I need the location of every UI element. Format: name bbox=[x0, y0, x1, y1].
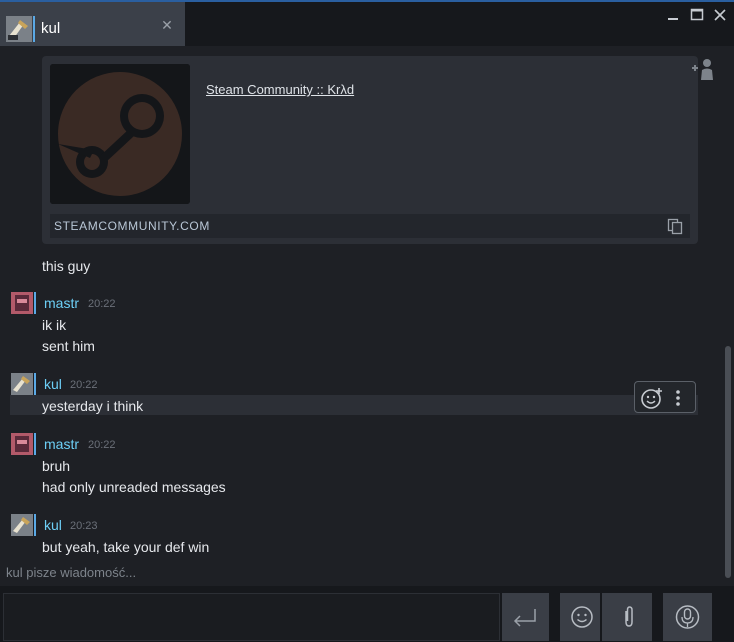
steam-logo-icon bbox=[50, 64, 190, 204]
add-friend-icon[interactable] bbox=[690, 58, 718, 82]
tab-status-line bbox=[33, 16, 35, 42]
chat-scrollbar[interactable] bbox=[725, 346, 731, 578]
status-line bbox=[34, 514, 36, 536]
message-text: this guy bbox=[42, 258, 91, 274]
message-input[interactable] bbox=[3, 593, 500, 641]
enter-icon bbox=[513, 609, 536, 627]
attach-icon[interactable] bbox=[617, 605, 641, 629]
author-name[interactable]: mastr bbox=[44, 295, 79, 311]
message-text: sent him bbox=[42, 338, 95, 354]
mastr-avatar[interactable] bbox=[11, 292, 33, 314]
title-bar: kul ✕ bbox=[0, 0, 734, 46]
typing-indicator: kul pisze wiadomość... bbox=[6, 565, 137, 580]
microphone-icon bbox=[675, 605, 700, 629]
maximize-icon[interactable] bbox=[688, 6, 706, 24]
divider bbox=[600, 593, 602, 641]
embed-footer: STEAMCOMMUNITY.COM bbox=[50, 214, 690, 238]
message-text: ik ik bbox=[42, 317, 67, 333]
embed-title-link[interactable]: Steam Community :: Krλd bbox=[206, 82, 354, 97]
copy-link-icon[interactable] bbox=[666, 217, 684, 235]
author-name[interactable]: kul bbox=[44, 376, 62, 392]
status-line bbox=[34, 373, 36, 395]
message-actions bbox=[634, 381, 696, 413]
status-line bbox=[34, 292, 36, 314]
close-tab-icon[interactable]: ✕ bbox=[160, 18, 174, 32]
chat-tab-kul[interactable]: kul ✕ bbox=[0, 2, 185, 46]
steam-logo-thumbnail bbox=[50, 64, 190, 204]
message-text: bruh bbox=[42, 458, 71, 474]
timestamp: 20:22 bbox=[88, 298, 116, 310]
message-text: but yeah, take your def win bbox=[42, 539, 210, 555]
author-name[interactable]: mastr bbox=[44, 436, 79, 452]
author-name[interactable]: kul bbox=[44, 517, 62, 533]
message-text: yesterday i think bbox=[42, 398, 144, 414]
mastr-avatar[interactable] bbox=[11, 433, 33, 455]
emoticon-icon[interactable] bbox=[570, 605, 594, 629]
send-button[interactable] bbox=[502, 593, 549, 641]
message-text: had only unreaded messages bbox=[42, 479, 226, 495]
kul-avatar bbox=[6, 16, 32, 42]
kul-avatar[interactable] bbox=[11, 373, 33, 395]
kul-avatar[interactable] bbox=[11, 514, 33, 536]
minimize-icon[interactable] bbox=[664, 6, 682, 24]
link-embed[interactable]: Steam Community :: Krλd STEAMCOMMUNITY.C… bbox=[42, 56, 698, 244]
divider bbox=[552, 593, 558, 641]
timestamp: 20:22 bbox=[70, 379, 98, 391]
message-composer bbox=[0, 586, 734, 642]
more-options-icon[interactable] bbox=[673, 387, 683, 409]
close-window-icon[interactable] bbox=[711, 6, 729, 24]
composer-tools bbox=[560, 593, 652, 641]
embed-domain: STEAMCOMMUNITY.COM bbox=[54, 219, 210, 233]
timestamp: 20:22 bbox=[88, 439, 116, 451]
status-line bbox=[34, 433, 36, 455]
tab-title: kul bbox=[41, 20, 61, 37]
add-reaction-icon[interactable] bbox=[640, 386, 664, 410]
timestamp: 20:23 bbox=[70, 520, 98, 532]
chat-history[interactable]: Steam Community :: Krλd STEAMCOMMUNITY.C… bbox=[0, 46, 734, 586]
voice-button[interactable] bbox=[663, 593, 712, 641]
